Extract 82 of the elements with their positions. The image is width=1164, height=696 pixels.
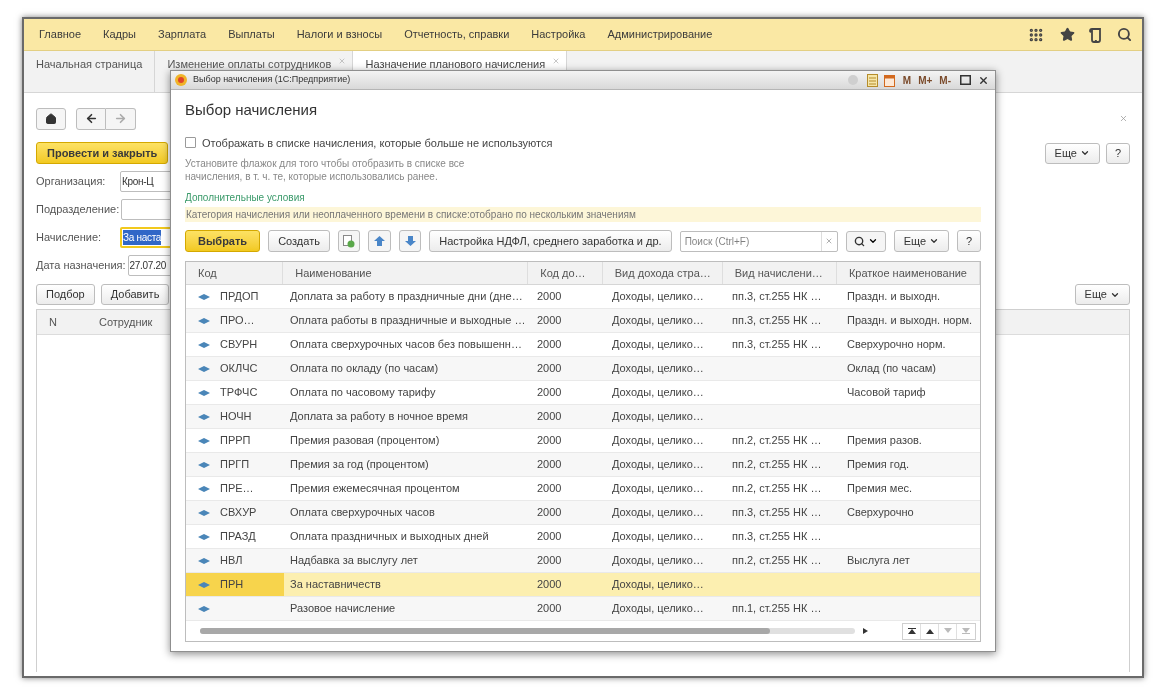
table-cell-text: ПРАЗД <box>220 529 256 545</box>
table-cell-text: ПРГП <box>220 457 250 473</box>
table-cell-text: 2000 <box>537 505 562 521</box>
table-cell-text: пп.1, ст.255 НК … <box>732 601 822 617</box>
table-cell-text: Оплата по окладу (по часам) <box>290 361 439 377</box>
table-cell-text: Оклад (по часам) <box>847 361 936 377</box>
table-cell-text: ПРН <box>220 577 244 593</box>
field-label: Дата назначения: <box>36 258 127 274</box>
table-cell-text: Оплата по часовому тарифу <box>290 385 436 401</box>
table-cell-text: НОЧН <box>220 409 252 425</box>
table-cell-text: 2000 <box>537 385 562 401</box>
table-cell-text: Доплата за работу в праздничные дни (дне… <box>290 289 523 305</box>
table-cell-text: 2000 <box>537 457 562 473</box>
table-cell-text: Доходы, целико… <box>612 553 704 569</box>
table-cell-text: Премия разов. <box>847 433 922 449</box>
table-cell-text: ПРДОП <box>220 289 259 305</box>
table-cell-text: Разовое начисление <box>290 601 396 617</box>
table-cell-text: ПРРП <box>220 433 251 449</box>
table-cell-text: Оплата праздничных и выходных дней <box>290 529 489 545</box>
table-cell-text: 2000 <box>537 337 562 353</box>
field-label: Организация: <box>36 174 107 190</box>
table-cell-text: 2000 <box>537 577 562 593</box>
table-cell-text: 2000 <box>537 409 562 425</box>
table-cell-text: Часовой тариф <box>847 385 926 401</box>
table-cell-text: Доходы, целико… <box>612 577 704 593</box>
table-cell-text: пп.2, ст.255 НК … <box>732 433 822 449</box>
field-label: Подразделение: <box>36 202 121 218</box>
table-cell-text: Доходы, целико… <box>612 433 704 449</box>
table-cell-text: Праздн. и выходн. <box>847 289 941 305</box>
table-cell-text: ПРО… <box>220 313 255 329</box>
table-cell-text: Оплата сверхурочных часов <box>290 505 435 521</box>
table-cell-text: Сверхурочно норм. <box>847 337 946 353</box>
table-cell-text: Оплата работы в праздничные и выходные … <box>290 313 526 329</box>
table-cell-text: Доходы, целико… <box>612 505 704 521</box>
table-cell-text: Доходы, целико… <box>612 481 704 497</box>
table-cell-text: пп.3, ст.255 НК … <box>732 529 822 545</box>
table-cell-text: пп.3, ст.255 НК … <box>732 505 822 521</box>
table-cell-text: Доходы, целико… <box>612 529 704 545</box>
table-cell-text: Доходы, целико… <box>612 601 704 617</box>
table-cell-text: пп.3, ст.255 НК … <box>732 337 822 353</box>
table-cell-text: СВУРН <box>220 337 258 353</box>
table-cell-text: Доходы, целико… <box>612 337 704 353</box>
table-cell-text: пп.2, ст.255 НК … <box>732 553 822 569</box>
field-label: Начисление: <box>36 230 103 246</box>
table-cell-text: Доходы, целико… <box>612 409 704 425</box>
table-cell-text: ПРЕ… <box>220 481 254 497</box>
table-cell-text: Надбавка за выслугу лет <box>290 553 418 569</box>
window-title: Выбор начисления (1С:Предприятие) <box>193 73 351 87</box>
table-cell-text: За наставничеств <box>290 577 381 593</box>
table-cell-text: Сверхурочно <box>847 505 914 521</box>
table-cell-text: Премия ежемесячная процентом <box>290 481 460 497</box>
table-cell-text: пп.3, ст.255 НК … <box>732 289 822 305</box>
table-cell-text: 2000 <box>537 289 562 305</box>
table-cell-text: пп.2, ст.255 НК … <box>732 457 822 473</box>
table-cell-text: пп.3, ст.255 НК … <box>732 313 822 329</box>
table-cell-text: ОКЛЧС <box>220 361 258 377</box>
table-cell-text: Праздн. и выходн. норм. <box>847 313 973 329</box>
table-cell-text: 2000 <box>537 481 562 497</box>
table-cell-text: Доходы, целико… <box>612 385 704 401</box>
table-cell-text: пп.2, ст.255 НК … <box>732 481 822 497</box>
table-cell-text: Выслуга лет <box>847 553 910 569</box>
table-cell-text: ТРФЧС <box>220 385 258 401</box>
table-cell-text: Оплата сверхурочных часов без повышенн… <box>290 337 522 353</box>
table-cell-text: 2000 <box>537 601 562 617</box>
table-cell-text: 2000 <box>537 529 562 545</box>
table-cell-text: Доходы, целико… <box>612 457 704 473</box>
table-cell-text: Премия за год (процентом) <box>290 457 429 473</box>
table-cell-text: Премия мес. <box>847 481 913 497</box>
table-cell-text: Доплата за работу в ночное время <box>290 409 468 425</box>
table-cell-text: СВХУР <box>220 505 257 521</box>
table-cell-text: 2000 <box>537 361 562 377</box>
table-cell-text: Премия разовая (процентом) <box>290 433 440 449</box>
table-cell-text: 2000 <box>537 313 562 329</box>
table-cell-text: Доходы, целико… <box>612 289 704 305</box>
table-cell-text: 2000 <box>537 433 562 449</box>
table-cell-text: НВЛ <box>220 553 243 569</box>
table-cell-text: Доходы, целико… <box>612 313 704 329</box>
table-cell-text: Доходы, целико… <box>612 361 704 377</box>
filter-strip: Категория начисления или неоплаченного времени в списке:отобрано по нескольким значениям <box>185 207 981 222</box>
table-cell-text: Премия год. <box>847 457 909 473</box>
table-cell-text: 2000 <box>537 553 562 569</box>
dialog-title: Выбор начисления <box>185 100 319 120</box>
